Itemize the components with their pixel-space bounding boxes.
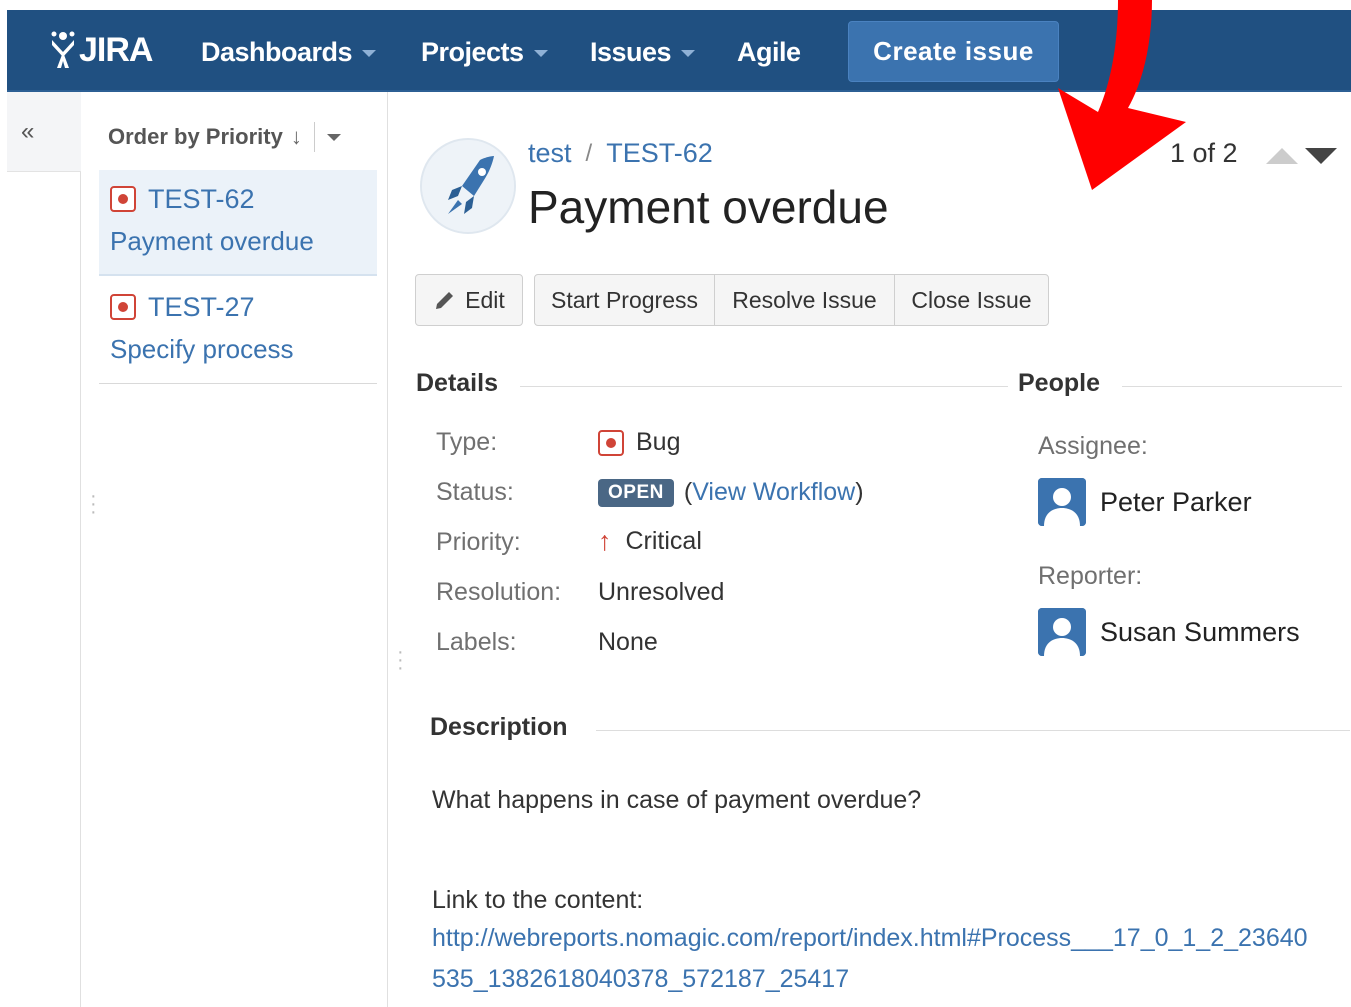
priority-label: Priority:: [436, 528, 521, 556]
reporter[interactable]: Susan Summers: [1038, 608, 1300, 656]
breadcrumb-separator: /: [585, 139, 593, 167]
people-heading[interactable]: People: [1018, 369, 1100, 398]
edit-button[interactable]: Edit: [415, 274, 523, 326]
bug-icon: [110, 294, 136, 320]
resolution-value: Unresolved: [598, 578, 725, 606]
type-label: Type:: [436, 428, 498, 456]
sort-direction-icon[interactable]: ↓: [291, 124, 302, 150]
resolve-issue-button[interactable]: Resolve Issue: [714, 274, 895, 326]
resize-handle-icon[interactable]: · · ·: [397, 642, 404, 678]
pencil-icon: [436, 292, 454, 309]
issue-list-key: TEST-27: [148, 291, 255, 322]
issue-list-panel: Order by Priority ↓ TEST-62 Payment over…: [82, 92, 388, 1007]
start-progress-button[interactable]: Start Progress: [534, 274, 715, 326]
order-by-control[interactable]: Order by Priority ↓: [108, 122, 341, 152]
breadcrumb: test / TEST-62: [528, 138, 713, 169]
issue-title[interactable]: Payment overdue: [528, 180, 889, 234]
assignee-label: Assignee:: [1038, 432, 1148, 460]
chevron-down-icon: [362, 50, 377, 57]
nav-agile-label: Agile: [737, 36, 801, 67]
reporter-name: Susan Summers: [1100, 616, 1300, 647]
nav-projects[interactable]: Projects: [421, 32, 548, 72]
nav-issues[interactable]: Issues: [590, 32, 696, 72]
labels-value[interactable]: None: [598, 628, 658, 657]
type-value-text: Bug: [636, 428, 681, 456]
reporter-label: Reporter:: [1038, 562, 1143, 590]
nav-issues-label: Issues: [590, 36, 672, 67]
labels-label: Labels:: [436, 628, 517, 656]
next-issue-icon[interactable]: [1305, 148, 1337, 164]
user-avatar-icon: [1038, 608, 1086, 656]
close-issue-button[interactable]: Close Issue: [894, 274, 1049, 326]
description-text[interactable]: What happens in case of payment overdue?: [432, 786, 921, 815]
priority-value: ↑ Critical: [598, 526, 702, 557]
resolution-label: Resolution:: [436, 578, 562, 606]
description-divider: [596, 730, 1350, 731]
collapse-sidebar-icon[interactable]: «: [21, 118, 34, 146]
nav-projects-label: Projects: [421, 36, 524, 67]
project-avatar[interactable]: [420, 138, 516, 234]
previous-issue-icon[interactable]: [1266, 148, 1298, 164]
status-value: OPEN ( View Workflow ): [598, 478, 864, 507]
details-heading[interactable]: Details: [416, 369, 498, 398]
workflow-paren-close: ): [855, 478, 864, 506]
issue-list-summary: Specify process: [110, 334, 294, 364]
issue-list-key-row: TEST-62: [110, 182, 377, 216]
jira-logo-text: JIRA: [79, 30, 153, 69]
status-badge: OPEN: [598, 478, 674, 507]
bug-icon: [598, 429, 624, 456]
priority-value-text: Critical: [625, 527, 702, 555]
bug-icon: [110, 186, 136, 212]
annotation-arrow-icon: [1058, 0, 1186, 190]
sidebar-collapse-cell: «: [7, 92, 81, 172]
chevron-down-icon: [681, 50, 696, 57]
nav-dashboards-label: Dashboards: [201, 36, 353, 67]
nav-dashboards[interactable]: Dashboards: [201, 32, 377, 72]
priority-critical-icon: ↑: [598, 526, 612, 556]
issue-list-summary: Payment overdue: [110, 226, 314, 256]
assignee-name: Peter Parker: [1100, 486, 1252, 517]
assignee[interactable]: Peter Parker: [1038, 478, 1252, 526]
type-value: Bug: [598, 428, 680, 457]
people-divider: [1122, 386, 1342, 387]
issue-list-key: TEST-62: [148, 183, 255, 214]
rocket-icon: [422, 140, 514, 232]
user-avatar-icon: [1038, 478, 1086, 526]
issue-list-item[interactable]: TEST-27 Specify process: [99, 278, 377, 384]
nav-agile[interactable]: Agile: [737, 32, 801, 72]
edit-button-label: Edit: [465, 286, 505, 313]
description-link[interactable]: http://webreports.nomagic.com/report/ind…: [432, 918, 1312, 1000]
order-by-label: Order by Priority: [108, 124, 283, 149]
jira-logo[interactable]: JIRA: [49, 26, 153, 74]
order-divider: [313, 122, 315, 152]
sidebar-collapse-strip: «: [7, 92, 81, 1007]
issue-list-item-selected[interactable]: TEST-62 Payment overdue: [99, 170, 377, 276]
chevron-down-icon: [533, 50, 548, 57]
chevron-down-icon[interactable]: [326, 133, 341, 141]
jira-logo-icon: [51, 31, 75, 68]
create-issue-button[interactable]: Create issue: [848, 21, 1059, 82]
resize-handle-icon[interactable]: · · ·: [90, 486, 97, 522]
status-label: Status:: [436, 478, 514, 506]
breadcrumb-issue-key-link[interactable]: TEST-62: [606, 138, 713, 169]
details-divider: [520, 386, 1008, 387]
description-link-label: Link to the content:: [432, 886, 644, 914]
breadcrumb-project-link[interactable]: test: [528, 138, 572, 169]
workflow-paren-open: (: [683, 478, 693, 506]
issue-list-key-row: TEST-27: [110, 290, 377, 324]
view-workflow-link[interactable]: View Workflow: [692, 478, 855, 507]
description-heading[interactable]: Description: [430, 713, 568, 742]
